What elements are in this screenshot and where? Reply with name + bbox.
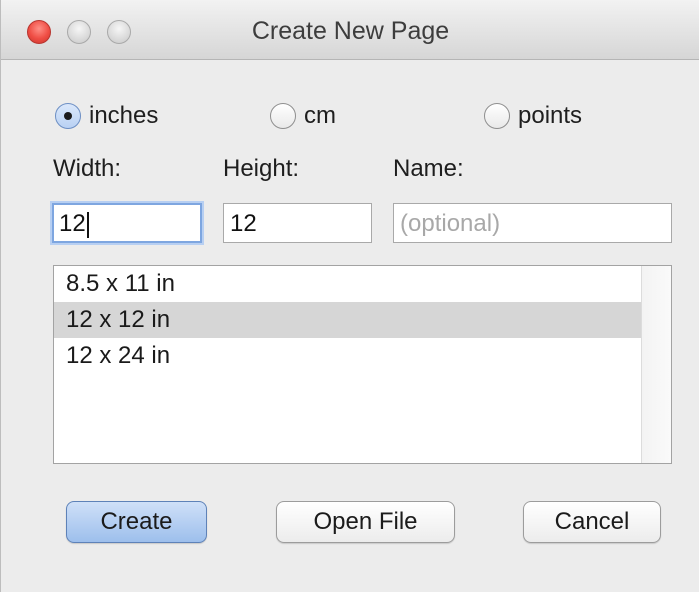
list-scrollbar[interactable] xyxy=(641,266,671,463)
radio-inches-label: inches xyxy=(89,102,159,129)
title-bar: Create New Page xyxy=(1,0,699,60)
list-item[interactable]: 12 x 24 in xyxy=(54,338,641,374)
page-size-list[interactable]: 8.5 x 11 in 12 x 12 in 12 x 24 in xyxy=(53,265,672,464)
radio-dot-icon xyxy=(64,112,72,120)
radio-cm-label: cm xyxy=(304,102,336,129)
radio-button-checked-icon[interactable] xyxy=(55,103,81,129)
width-input-value: 12 xyxy=(59,210,86,237)
name-input[interactable]: (optional) xyxy=(393,203,672,243)
width-input[interactable]: 12 xyxy=(52,203,202,243)
radio-cm[interactable]: cm xyxy=(270,98,336,134)
text-caret xyxy=(86,211,89,238)
width-label: Width: xyxy=(53,155,122,182)
list-item-selected[interactable]: 12 x 12 in xyxy=(54,302,641,338)
window-title: Create New Page xyxy=(251,17,450,45)
create-button[interactable]: Create xyxy=(66,501,207,543)
name-input-placeholder: (optional) xyxy=(400,210,501,237)
create-new-page-dialog: Create New Page inches cm points Width: … xyxy=(0,0,699,592)
height-input[interactable]: 12 xyxy=(223,203,372,243)
open-file-button[interactable]: Open File xyxy=(276,501,455,543)
height-label: Height: xyxy=(223,155,300,182)
radio-button-unchecked-icon[interactable] xyxy=(270,103,296,129)
radio-button-unchecked-icon[interactable] xyxy=(484,103,510,129)
height-input-value: 12 xyxy=(230,210,257,237)
radio-inches[interactable]: inches xyxy=(55,98,158,134)
name-label: Name: xyxy=(393,155,464,182)
list-item[interactable]: 8.5 x 11 in xyxy=(54,266,641,302)
cancel-button[interactable]: Cancel xyxy=(523,501,661,543)
radio-points[interactable]: points xyxy=(484,98,582,134)
radio-points-label: points xyxy=(518,102,583,129)
